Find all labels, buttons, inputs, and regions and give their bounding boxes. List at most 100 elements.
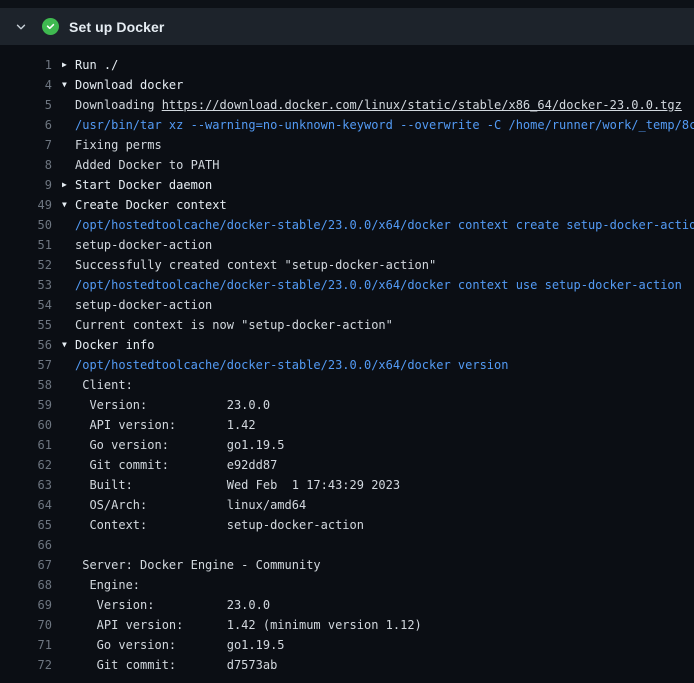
log-text: Version: 23.0.0 <box>75 595 270 615</box>
line-number[interactable]: 60 <box>12 415 52 435</box>
log-text: Run ./ <box>75 55 118 75</box>
group-expanded-arrow-icon[interactable]: ▼ <box>62 335 75 355</box>
line-number[interactable]: 59 <box>12 395 52 415</box>
line-number[interactable]: 62 <box>12 455 52 475</box>
log-line: 60 API version: 1.42 <box>0 415 694 435</box>
line-number[interactable]: 7 <box>12 135 52 155</box>
line-number[interactable]: 57 <box>12 355 52 375</box>
arrow-spacer <box>62 315 75 335</box>
arrow-spacer <box>62 255 75 275</box>
log-line: 54setup-docker-action <box>0 295 694 315</box>
arrow-spacer <box>62 515 75 535</box>
log-text: Start Docker daemon <box>75 175 212 195</box>
line-number[interactable]: 56 <box>12 335 52 355</box>
log-text-prefix: Downloading <box>75 98 162 112</box>
log-line: 67 Server: Docker Engine - Community <box>0 555 694 575</box>
log-text: Downloading https://download.docker.com/… <box>75 95 682 115</box>
line-number[interactable]: 50 <box>12 215 52 235</box>
line-number[interactable]: 66 <box>12 535 52 555</box>
step-header[interactable]: Set up Docker <box>0 8 694 45</box>
group-expanded-arrow-icon[interactable]: ▼ <box>62 195 75 215</box>
log-group-line[interactable]: 1 ▶Run ./ <box>0 55 694 75</box>
arrow-spacer <box>62 375 75 395</box>
arrow-spacer <box>62 615 75 635</box>
arrow-spacer <box>62 215 75 235</box>
line-number[interactable]: 55 <box>12 315 52 335</box>
log-line: 63 Built: Wed Feb 1 17:43:29 2023 <box>0 475 694 495</box>
log-line: 8 Added Docker to PATH <box>0 155 694 175</box>
arrow-spacer <box>62 95 75 115</box>
log-group-line[interactable]: 49 ▼Create Docker context <box>0 195 694 215</box>
log-text: Git commit: e92dd87 <box>75 455 277 475</box>
line-number[interactable]: 6 <box>12 115 52 135</box>
arrow-spacer <box>62 435 75 455</box>
group-collapsed-arrow-icon[interactable]: ▶ <box>62 175 75 195</box>
line-number[interactable]: 5 <box>12 95 52 115</box>
line-number[interactable]: 61 <box>12 435 52 455</box>
log-text: /opt/hostedtoolcache/docker-stable/23.0.… <box>75 275 682 295</box>
line-number[interactable]: 58 <box>12 375 52 395</box>
arrow-spacer <box>62 595 75 615</box>
log-line: 58 Client: <box>0 375 694 395</box>
log-line: 53/opt/hostedtoolcache/docker-stable/23.… <box>0 275 694 295</box>
line-number[interactable]: 70 <box>12 615 52 635</box>
log-text: Client: <box>75 375 133 395</box>
arrow-spacer <box>62 135 75 155</box>
log-text: Engine: <box>75 575 140 595</box>
log-text: /usr/bin/tar xz --warning=no-unknown-key… <box>75 115 694 135</box>
log-text: Download docker <box>75 75 183 95</box>
log-line: 57/opt/hostedtoolcache/docker-stable/23.… <box>0 355 694 375</box>
log-text: Added Docker to PATH <box>75 155 220 175</box>
log-line: 66 <box>0 535 694 555</box>
log-text: /opt/hostedtoolcache/docker-stable/23.0.… <box>75 355 508 375</box>
arrow-spacer <box>62 475 75 495</box>
log-line: 5 Downloading https://download.docker.com… <box>0 95 694 115</box>
line-number[interactable]: 68 <box>12 575 52 595</box>
arrow-spacer <box>62 535 75 555</box>
group-collapsed-arrow-icon[interactable]: ▶ <box>62 55 75 75</box>
line-number[interactable]: 64 <box>12 495 52 515</box>
line-number[interactable]: 63 <box>12 475 52 495</box>
line-number[interactable]: 72 <box>12 655 52 675</box>
log-group-line[interactable]: 56▼Docker info <box>0 335 694 355</box>
log-line: 69 Version: 23.0.0 <box>0 595 694 615</box>
line-number[interactable]: 54 <box>12 295 52 315</box>
line-number[interactable]: 69 <box>12 595 52 615</box>
log-text: Successfully created context "setup-dock… <box>75 255 436 275</box>
line-number[interactable]: 67 <box>12 555 52 575</box>
log-lines: 1▶Run ./4▼Download docker5Downloading ht… <box>0 55 694 675</box>
log-viewer: 1▶Run ./4▼Download docker5Downloading ht… <box>0 45 694 683</box>
log-line: 55Current context is now "setup-docker-a… <box>0 315 694 335</box>
arrow-spacer <box>62 455 75 475</box>
log-text: Context: setup-docker-action <box>75 515 364 535</box>
line-number[interactable]: 9 <box>12 175 52 195</box>
arrow-spacer <box>62 275 75 295</box>
line-number[interactable]: 71 <box>12 635 52 655</box>
log-text: OS/Arch: linux/amd64 <box>75 495 306 515</box>
success-check-icon <box>42 18 59 35</box>
log-line: 7Fixing perms <box>0 135 694 155</box>
step-title: Set up Docker <box>69 19 164 35</box>
line-number[interactable]: 8 <box>12 155 52 175</box>
log-line: 64 OS/Arch: linux/amd64 <box>0 495 694 515</box>
line-number[interactable]: 52 <box>12 255 52 275</box>
group-expanded-arrow-icon[interactable]: ▼ <box>62 75 75 95</box>
line-number[interactable]: 65 <box>12 515 52 535</box>
log-link[interactable]: https://download.docker.com/linux/static… <box>162 98 682 112</box>
arrow-spacer <box>62 555 75 575</box>
log-group-line[interactable]: 9 ▶Start Docker daemon <box>0 175 694 195</box>
log-text: Go version: go1.19.5 <box>75 435 285 455</box>
line-number[interactable]: 53 <box>12 275 52 295</box>
line-number[interactable]: 4 <box>12 75 52 95</box>
chevron-down-icon[interactable] <box>14 20 28 34</box>
log-group-line[interactable]: 4 ▼Download docker <box>0 75 694 95</box>
log-text: Create Docker context <box>75 195 227 215</box>
log-line: 6/usr/bin/tar xz --warning=no-unknown-ke… <box>0 115 694 135</box>
arrow-spacer <box>62 415 75 435</box>
arrow-spacer <box>62 235 75 255</box>
line-number[interactable]: 49 <box>12 195 52 215</box>
arrow-spacer <box>62 495 75 515</box>
line-number[interactable]: 1 <box>12 55 52 75</box>
log-line: 50/opt/hostedtoolcache/docker-stable/23.… <box>0 215 694 235</box>
line-number[interactable]: 51 <box>12 235 52 255</box>
